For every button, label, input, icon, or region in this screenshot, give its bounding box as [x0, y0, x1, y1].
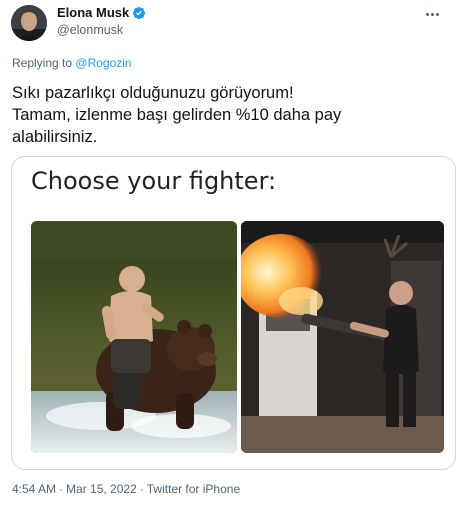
replying-to: Replying to @Rogozin — [12, 56, 132, 70]
separator: · — [59, 482, 64, 496]
more-options-icon[interactable] — [422, 9, 442, 19]
shirtless-man-riding-bear-photo[interactable] — [31, 221, 237, 453]
separator: · — [139, 482, 144, 496]
display-name[interactable]: Elona Musk — [57, 5, 129, 20]
tweet-timestamp[interactable]: 4:54 AM · Mar 15, 2022 · Twitter for iPhone — [12, 482, 240, 496]
tweet-text: Sıkı pazarlıkçı olduğunuzu görüyorum! Ta… — [12, 82, 432, 148]
tweet-text-line: Tamam, izlenme başı gelirden %10 daha pa… — [12, 106, 342, 124]
replying-prefix: Replying to — [12, 56, 73, 70]
name-row: Elona Musk — [57, 4, 146, 21]
man-with-flamethrower-photo[interactable] — [241, 221, 444, 453]
handle[interactable]: @elonmusk — [57, 23, 146, 37]
tweet: Elona Musk @elonmusk Replying to @Rogozi… — [0, 0, 458, 510]
tweet-date[interactable]: Mar 15, 2022 — [66, 482, 137, 496]
tweet-text-line: alabilirsiniz. — [12, 128, 98, 146]
tweet-source[interactable]: Twitter for iPhone — [147, 482, 240, 496]
tweet-text-line: Sıkı pazarlıkçı olduğunuzu görüyorum! — [12, 84, 294, 102]
media-card[interactable]: Choose your fighter: — [11, 156, 456, 470]
meme-title: Choose your fighter: — [31, 167, 277, 195]
avatar[interactable] — [11, 5, 47, 41]
verified-badge-icon — [132, 6, 146, 20]
author-block: Elona Musk @elonmusk — [57, 4, 146, 37]
reply-mention-link[interactable]: @Rogozin — [75, 56, 131, 70]
tweet-time[interactable]: 4:54 AM — [12, 482, 56, 496]
